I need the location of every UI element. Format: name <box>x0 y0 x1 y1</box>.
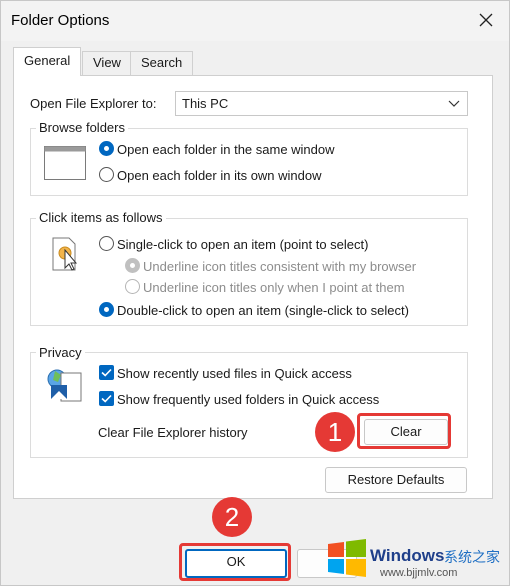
checkbox-frequent-folders[interactable] <box>99 391 114 406</box>
option-frequent-folders[interactable]: Show frequently used folders in Quick ac… <box>117 392 379 407</box>
window-title: Folder Options <box>11 12 110 29</box>
option-recent-files[interactable]: Show recently used files in Quick access <box>117 366 352 381</box>
checkbox-recent-files[interactable] <box>99 365 114 380</box>
open-explorer-label: Open File Explorer to: <box>30 96 157 111</box>
chevron-down-icon <box>448 100 460 107</box>
click-items-title: Click items as follows <box>36 210 166 225</box>
step-badge-1: 1 <box>315 412 355 452</box>
window-icon <box>44 146 86 180</box>
tab-view[interactable]: View <box>82 51 132 75</box>
tab-search[interactable]: Search <box>130 51 194 75</box>
radio-own-window[interactable] <box>99 167 114 182</box>
radio-double-click[interactable] <box>99 302 114 317</box>
option-own-window[interactable]: Open each folder in its own window <box>117 168 322 183</box>
option-same-window[interactable]: Open each folder in the same window <box>117 142 335 157</box>
privacy-title: Privacy <box>36 345 85 360</box>
watermark-brand: Windows <box>370 546 445 565</box>
option-single-click[interactable]: Single-click to open an item (point to s… <box>117 237 368 252</box>
watermark-site-cn: 系统之家 <box>444 549 500 565</box>
tab-general[interactable]: General <box>13 47 82 76</box>
watermark: Windows 系统之家 www.bjjmlv.com <box>312 526 510 586</box>
folder-options-dialog: Folder Options General View Search Open … <box>0 0 510 586</box>
browse-folders-group <box>30 128 468 196</box>
open-explorer-value: This PC <box>182 96 229 111</box>
open-explorer-dropdown[interactable]: This PC <box>175 91 468 116</box>
restore-defaults-button[interactable]: Restore Defaults <box>325 467 467 493</box>
close-icon <box>479 13 493 27</box>
windows-logo-icon <box>328 539 366 577</box>
check-icon <box>101 394 112 403</box>
option-underline-browser[interactable]: Underline icon titles consistent with my… <box>143 259 416 274</box>
clear-history-label: Clear File Explorer history <box>98 425 248 440</box>
radio-underline-browser[interactable] <box>125 258 140 273</box>
browse-folders-title: Browse folders <box>36 120 128 135</box>
radio-same-window[interactable] <box>99 141 114 156</box>
option-double-click[interactable]: Double-click to open an item (single-cli… <box>117 303 409 318</box>
clear-highlight <box>357 413 451 449</box>
watermark-url: www.bjjmlv.com <box>380 567 458 579</box>
check-icon <box>101 368 112 377</box>
privacy-icon <box>47 369 82 402</box>
step-badge-2: 2 <box>212 497 252 537</box>
radio-underline-point[interactable] <box>125 279 140 294</box>
close-button[interactable] <box>469 5 503 35</box>
click-icon <box>52 237 78 271</box>
ok-highlight <box>179 543 291 581</box>
title-bar: Folder Options <box>1 1 509 41</box>
radio-single-click[interactable] <box>99 236 114 251</box>
option-underline-point[interactable]: Underline icon titles only when I point … <box>143 280 405 295</box>
